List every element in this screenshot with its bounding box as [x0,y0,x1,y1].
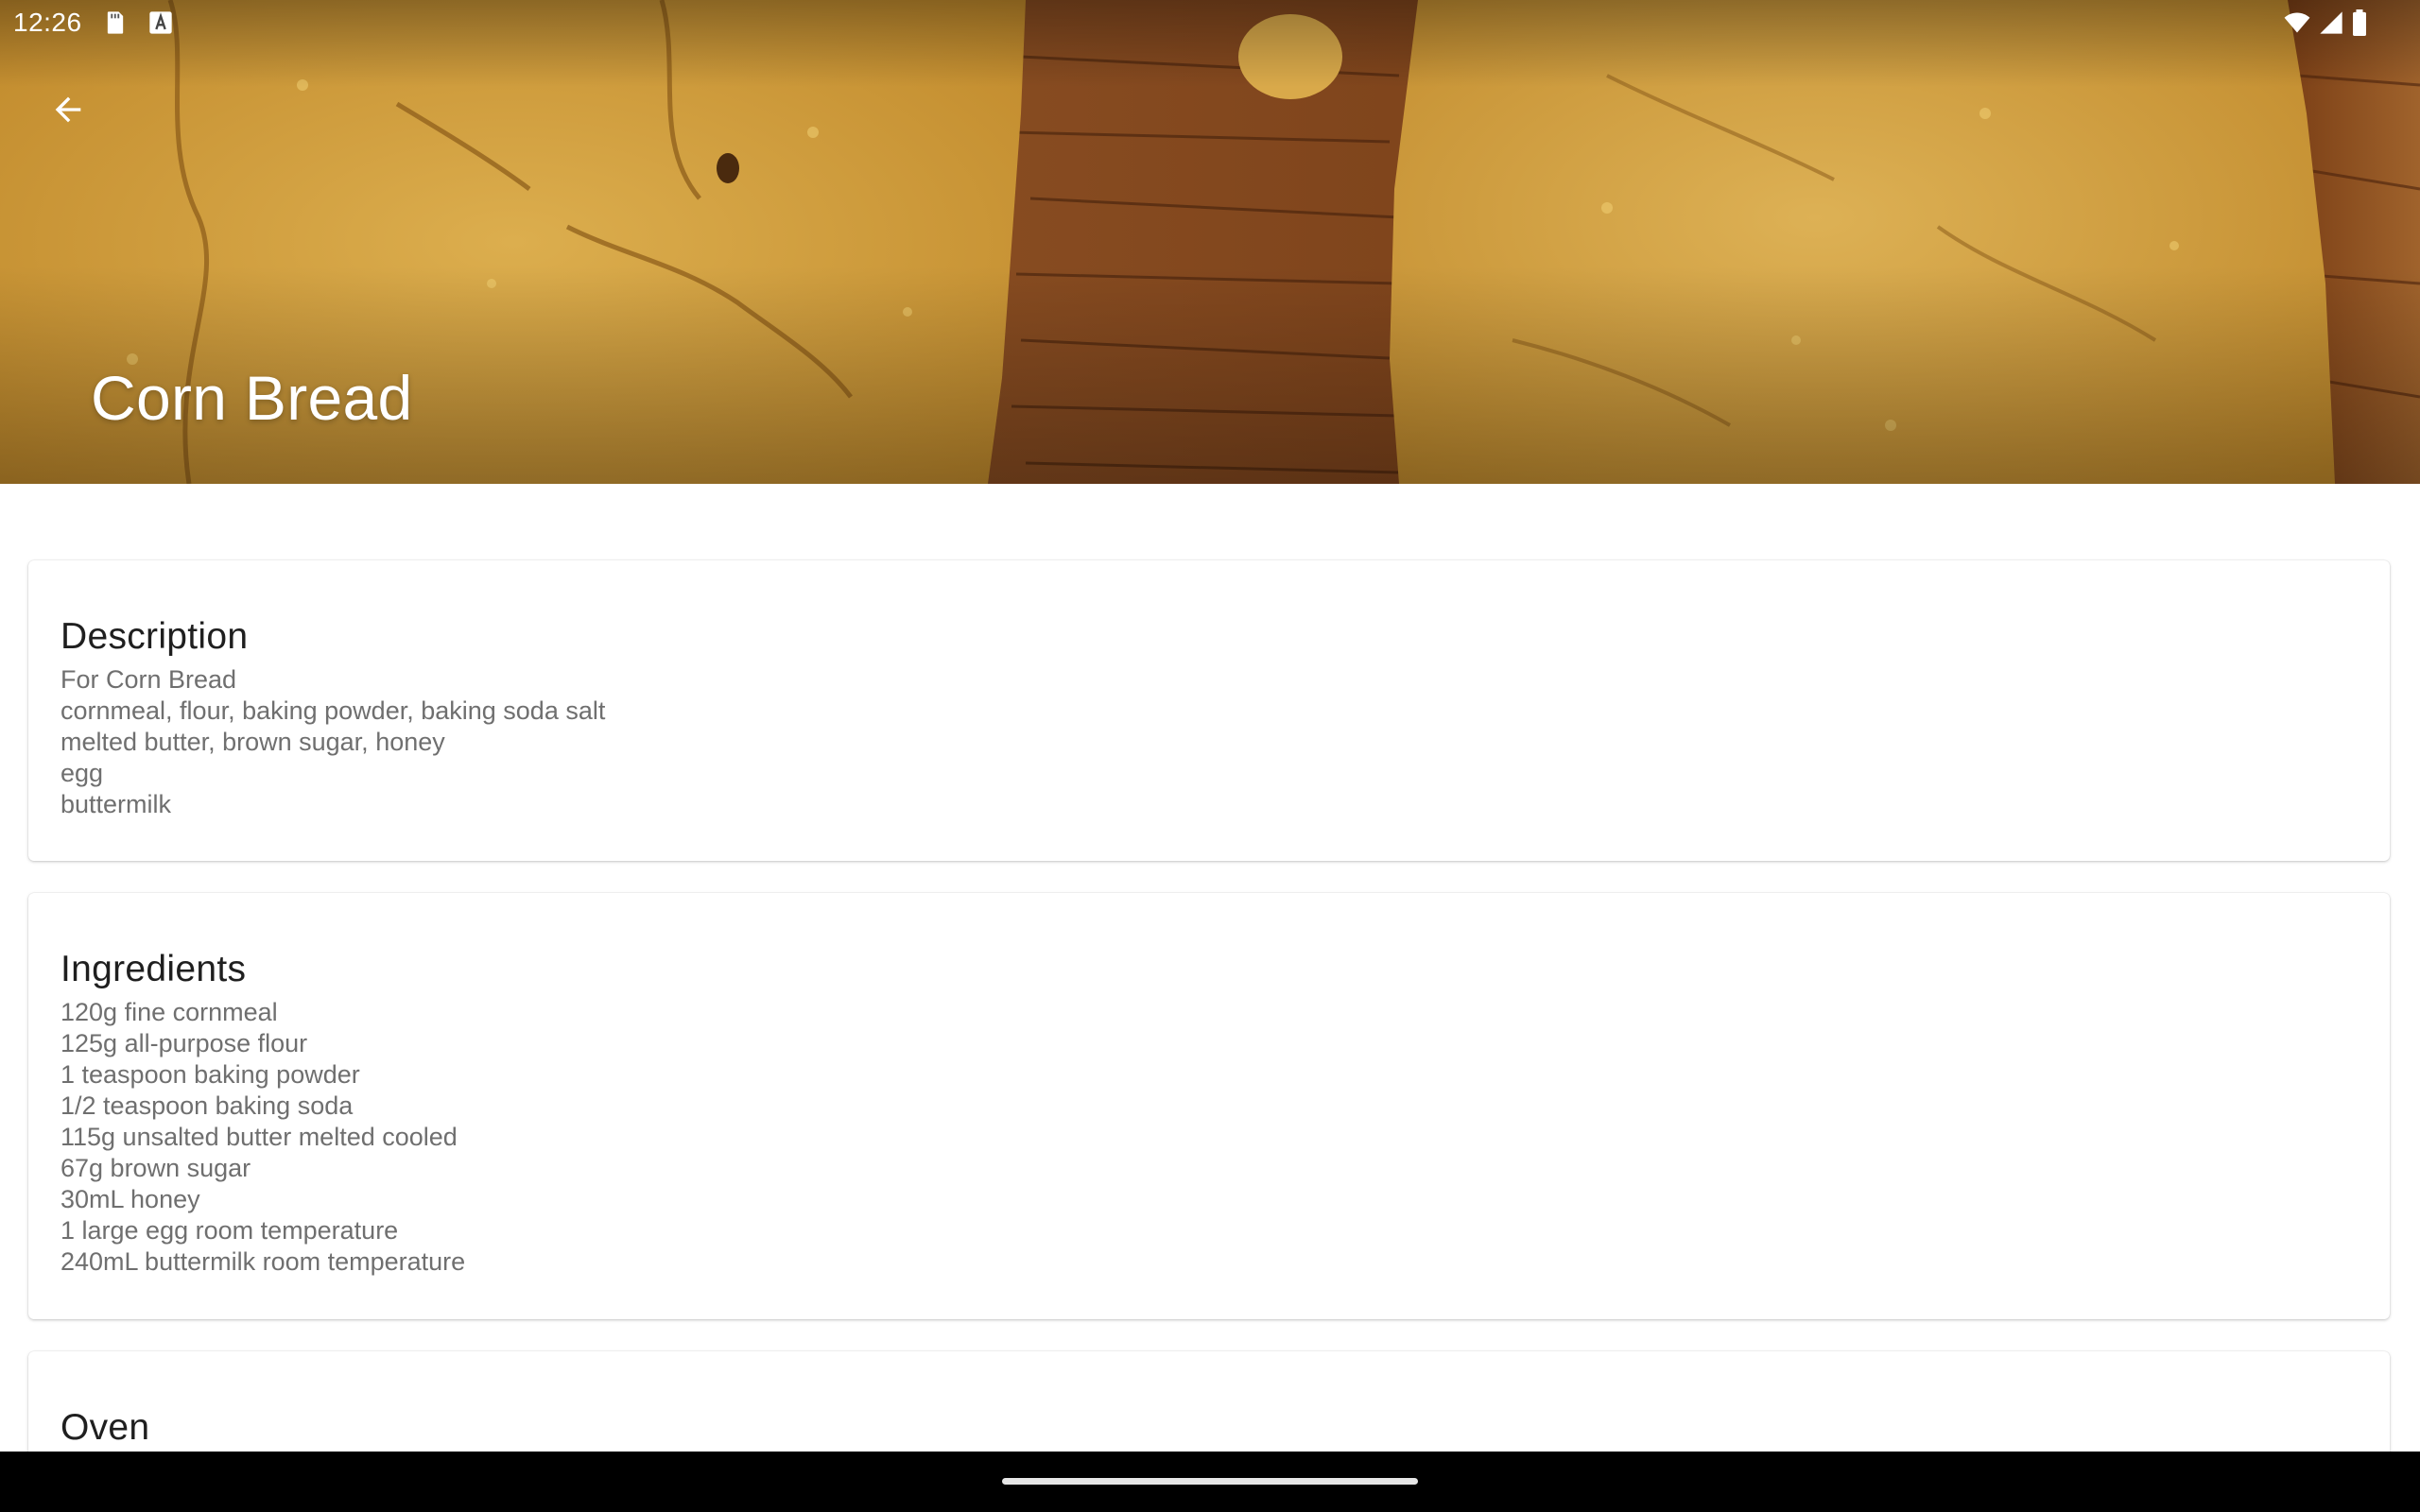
navigation-bar [0,1452,2420,1512]
ingredient-item: 1 teaspoon baking powder [60,1060,360,1089]
ingredients-list: 120g fine cornmeal 125g all-purpose flou… [60,997,2358,1278]
ingredient-item: 120g fine cornmeal [60,998,278,1026]
recipe-detail-screen: 12:26 Corn Bread Description For Corn Br… [0,0,2420,1512]
ingredient-item: 67g brown sugar [60,1154,251,1182]
description-line: For Corn Bread [60,665,237,694]
app-notification-icon [149,11,172,34]
description-title: Description [60,616,249,657]
back-button[interactable] [34,76,102,144]
ingredients-card: Ingredients 120g fine cornmeal 125g all-… [28,893,2390,1319]
ingredient-item: 30mL honey [60,1185,200,1213]
description-line: egg [60,759,104,787]
cell-signal-icon [2320,11,2342,34]
oven-title: Oven [60,1407,150,1448]
wifi-icon [2284,12,2310,33]
ingredient-item: 125g all-purpose flour [60,1029,308,1057]
description-card: Description For Corn Bread cornmeal, flo… [28,560,2390,861]
sd-card-icon [107,11,124,34]
ingredient-item: 1/2 teaspoon baking soda [60,1091,354,1120]
description-line: cornmeal, flour, baking powder, baking s… [60,696,606,725]
description-text: For Corn Bread cornmeal, flour, baking p… [60,664,2358,820]
ingredient-item: 240mL buttermilk room temperature [60,1247,466,1276]
description-line: melted butter, brown sugar, honey [60,728,445,756]
status-time: 12:26 [13,8,82,37]
status-bar: 12:26 [0,0,2420,45]
arrow-back-icon [55,96,81,123]
description-line: buttermilk [60,790,172,818]
recipe-title: Corn Bread [91,363,413,433]
home-gesture-handle[interactable] [1002,1478,1418,1485]
ingredients-title: Ingredients [60,949,247,989]
battery-icon [2353,9,2366,36]
ingredient-item: 115g unsalted butter melted cooled [60,1123,458,1151]
ingredient-item: 1 large egg room temperature [60,1216,399,1245]
